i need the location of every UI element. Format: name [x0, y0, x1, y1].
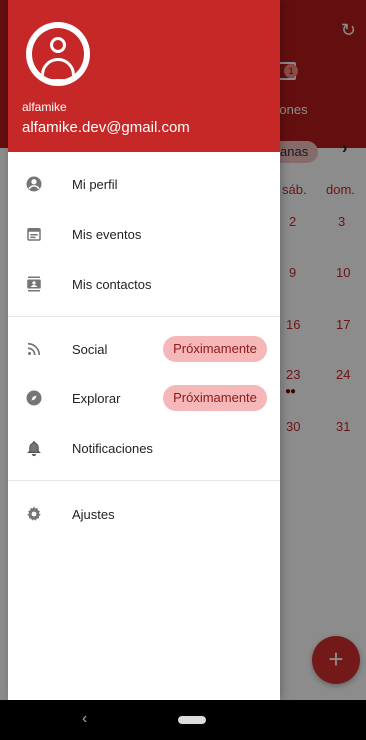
coming-soon-chip: Próximamente [163, 385, 267, 411]
bell-outline-icon[interactable] [24, 438, 44, 458]
navigation-drawer: alfamike alfamike.dev@gmail.com Mi perfi… [8, 0, 280, 700]
back-icon[interactable]: ‹ [82, 710, 87, 728]
account-circle-icon [32, 28, 84, 80]
menu-item-explorar[interactable]: Explorar Próximamente [8, 378, 280, 418]
rss-icon [24, 339, 44, 359]
menu-item-mis-eventos[interactable]: Mis eventos [8, 214, 280, 254]
gear-icon [24, 504, 44, 524]
menu-item-social[interactable]: Social Próximamente [8, 329, 280, 369]
system-navigation-bar: ‹ [0, 700, 366, 740]
drawer-header: alfamike alfamike.dev@gmail.com [8, 0, 280, 152]
menu-item-label: Mis eventos [72, 226, 142, 242]
contacts-icon [24, 274, 44, 294]
divider [8, 316, 280, 317]
menu-item-mis-contactos[interactable]: Mis contactos [8, 264, 280, 304]
menu-item-label: Mis contactos [72, 276, 152, 292]
menu-item-label: Notificaciones [72, 440, 153, 456]
username: alfamike [22, 100, 67, 114]
menu-item-ajustes[interactable]: Ajustes [8, 494, 280, 534]
menu-item-label: Ajustes [72, 506, 115, 522]
coming-soon-chip: Próximamente [163, 336, 267, 362]
compass-icon [24, 388, 44, 408]
menu-item-label: Social [72, 341, 108, 357]
account-circle-icon [24, 174, 44, 194]
menu-item-notificaciones[interactable]: Notificaciones [8, 428, 280, 468]
home-pill-button[interactable] [178, 716, 206, 724]
menu-item-label: Mi perfil [72, 176, 118, 192]
divider [8, 480, 280, 481]
calendar-icon [24, 224, 44, 244]
avatar[interactable] [26, 22, 90, 86]
menu-item-label: Explorar [72, 390, 121, 406]
menu-item-mi-perfil[interactable]: Mi perfil [8, 164, 280, 204]
user-email: alfamike.dev@gmail.com [22, 119, 190, 136]
